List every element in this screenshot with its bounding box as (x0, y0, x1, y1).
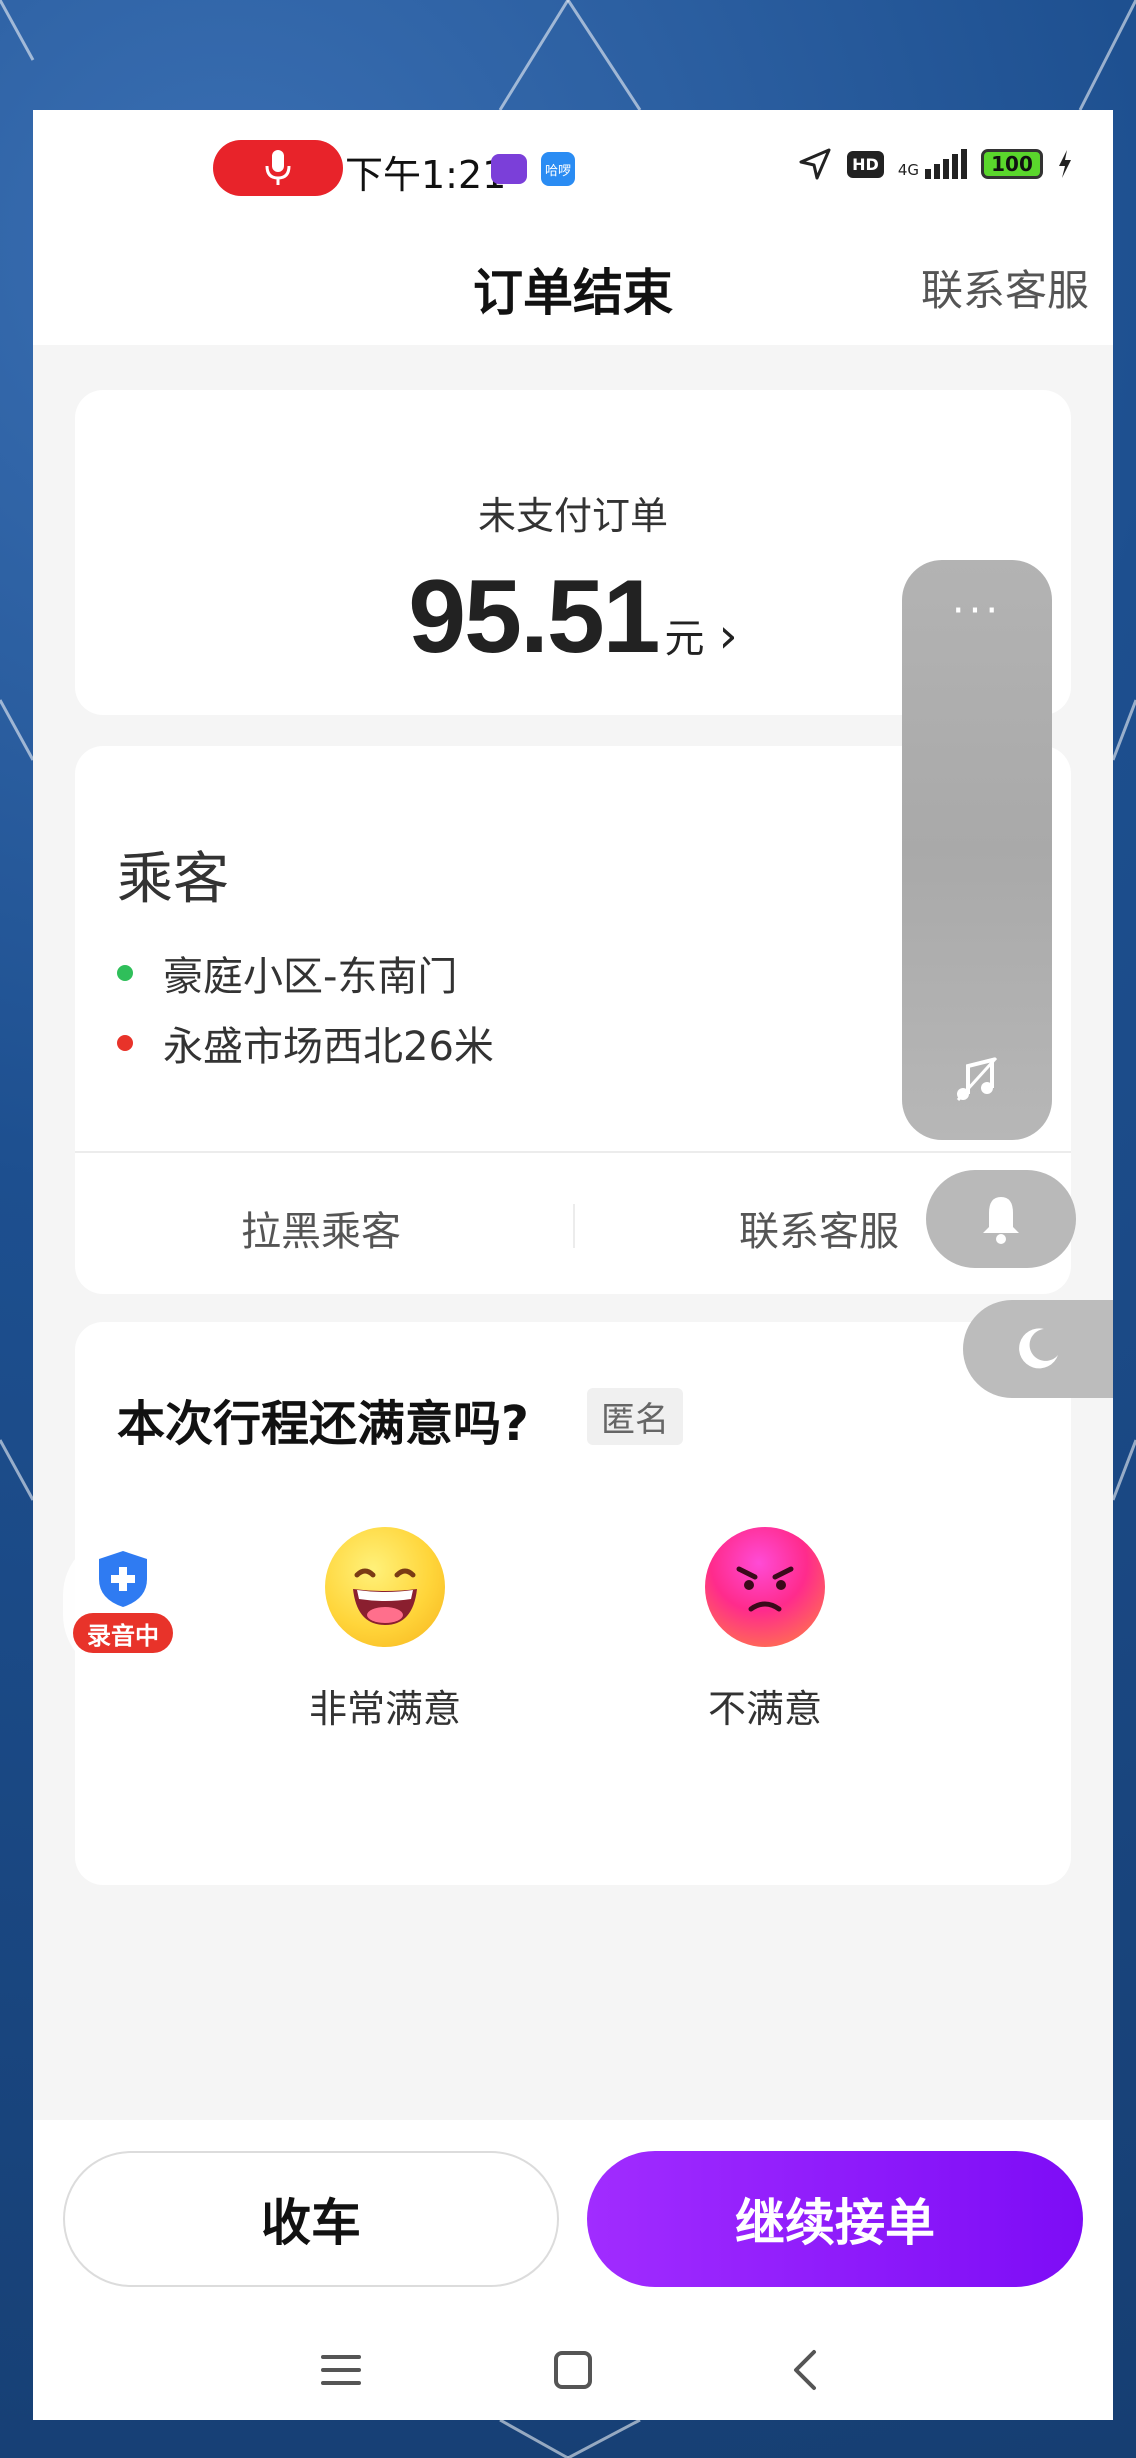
microphone-icon (265, 150, 291, 185)
dropoff-location: 永盛市场西北26米 (117, 1014, 494, 1072)
dropoff-dot-icon (117, 1035, 133, 1051)
shield-plus-icon (99, 1551, 147, 1607)
currency-unit: 元 (664, 616, 705, 662)
battery-icon: 100 (981, 149, 1043, 179)
pickup-dot-icon (117, 965, 133, 981)
unsatisfied-label[interactable]: 不满意 (645, 1678, 885, 1733)
hd-icon: HD (847, 150, 884, 178)
music-icon[interactable] (952, 1054, 1002, 1104)
chevron-right-icon: › (718, 608, 738, 664)
notification-bell-button[interactable] (926, 1170, 1076, 1268)
menu-icon[interactable] (311, 2340, 371, 2400)
phone-screen: 下午1:21 哈啰 HD 4G 100 订单结束 联系客服 未支付订单 95.5… (33, 110, 1113, 2420)
angry-face-icon[interactable] (705, 1527, 825, 1647)
system-nav-bar (33, 2340, 1113, 2400)
signal-icon: 4G (898, 149, 967, 179)
recording-mic-indicator[interactable] (213, 140, 343, 196)
status-bar: 下午1:21 哈啰 HD 4G 100 (33, 110, 1113, 225)
night-mode-button[interactable] (963, 1300, 1113, 1398)
network-type: 4G (897, 161, 919, 179)
back-chevron-icon[interactable] (775, 2340, 835, 2400)
charging-bolt-icon (1059, 150, 1071, 178)
divider (75, 1151, 1071, 1153)
pickup-address: 豪庭小区-东南门 (163, 954, 458, 1000)
bottom-action-bar: 收车 继续接单 (33, 2120, 1113, 2420)
very-satisfied-label[interactable]: 非常满意 (265, 1678, 505, 1733)
status-time: 下午1:21 (345, 153, 507, 197)
trip-rating-card: 本次行程还满意吗? 匿名 非常满意 不满意 (75, 1322, 1071, 1885)
recording-badge[interactable]: 录音中 (63, 1535, 183, 1675)
more-dots-icon[interactable]: ··· (902, 588, 1052, 634)
passenger-actions: 拉黑乘客 联系客服 (75, 1154, 1071, 1294)
action-separator (573, 1204, 575, 1248)
location-arrow-icon (799, 148, 831, 180)
home-square-icon[interactable] (543, 2340, 603, 2400)
header-contact-service-link[interactable]: 联系客服 (921, 257, 1089, 318)
passenger-title: 乘客 (117, 847, 229, 912)
anonymous-tag: 匿名 (587, 1388, 683, 1445)
status-icons: HD 4G 100 (797, 146, 1073, 182)
contact-service-button[interactable]: 联系客服 (739, 1199, 899, 1257)
recording-label: 录音中 (73, 1613, 173, 1653)
happy-face-features (353, 1568, 417, 1625)
floating-tool-panel[interactable]: ··· (902, 560, 1052, 1140)
title-bar: 订单结束 联系客服 (33, 225, 1113, 345)
unpaid-amount: 95.51 (408, 559, 660, 675)
end-shift-button[interactable]: 收车 (63, 2151, 559, 2287)
block-passenger-button[interactable]: 拉黑乘客 (241, 1199, 401, 1257)
pickup-location: 豪庭小区-东南门 (117, 944, 457, 1002)
dropoff-address: 永盛市场西北26米 (163, 1024, 494, 1070)
continue-accepting-button[interactable]: 继续接单 (587, 2151, 1083, 2287)
rating-question: 本次行程还满意吗? (117, 1396, 529, 1452)
hello-app-icon: 哈啰 (541, 152, 575, 186)
unpaid-label: 未支付订单 (477, 494, 668, 538)
happy-face-icon[interactable] (325, 1527, 445, 1647)
moon-icon (1019, 1328, 1058, 1369)
angry-face-features (736, 1566, 794, 1612)
app-notification-icon (491, 154, 527, 184)
bell-icon (983, 1197, 1019, 1244)
